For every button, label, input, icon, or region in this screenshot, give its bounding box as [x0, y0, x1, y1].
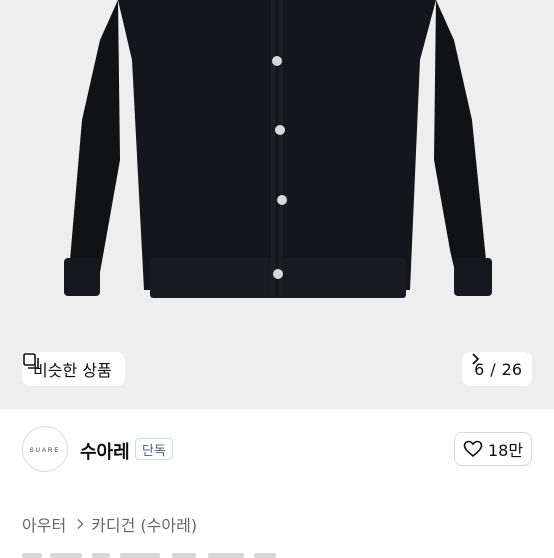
like-button[interactable]: 18만 — [454, 432, 532, 466]
similar-products-label: 비슷한 상품 — [33, 361, 112, 380]
svg-text:SUARE: SUARE — [30, 448, 61, 454]
image-counter[interactable]: 6 / 26 — [462, 352, 532, 386]
exclusive-badge: 단독 — [135, 438, 173, 460]
like-count: 18만 — [487, 441, 524, 460]
shop-logo-wordmark: SUARE — [30, 448, 61, 454]
image-counter-total: 26 — [501, 359, 522, 379]
shop-name[interactable]: 수아레 — [80, 438, 130, 464]
breadcrumb: 아우터 카디건 (수아레) — [22, 512, 197, 536]
shop-logo[interactable]: SUARE — [22, 426, 68, 472]
breadcrumb-subcategory[interactable]: 카디건 (수아레) — [91, 512, 197, 536]
image-counter-separator: / — [490, 359, 496, 379]
similar-products-button[interactable]: 비슷한 상품 — [22, 352, 125, 386]
breadcrumb-category[interactable]: 아우터 — [22, 512, 66, 536]
cardigan-illustration — [64, 0, 492, 298]
chevron-right-icon — [77, 518, 84, 530]
similar-items-icon — [23, 353, 39, 369]
product-image[interactable]: 비슷한 상품 6 / 26 — [0, 0, 554, 409]
truncated-text-line — [22, 553, 276, 558]
chevron-right-icon — [472, 353, 480, 365]
heart-icon — [463, 440, 483, 457]
